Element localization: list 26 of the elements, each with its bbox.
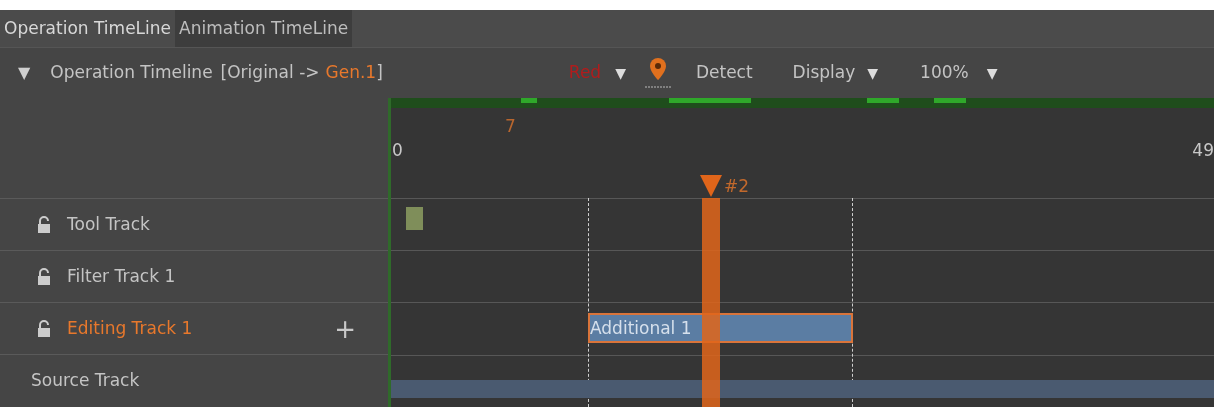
track-name[interactable]: Source Track xyxy=(31,367,140,394)
track-name[interactable]: Editing Track 1 xyxy=(67,315,193,342)
caret-icon: ▼ xyxy=(615,62,626,84)
playhead-label: #2 xyxy=(724,175,750,198)
add-button[interactable]: + xyxy=(334,315,356,342)
tab[interactable]: Animation TimeLine xyxy=(175,10,353,47)
display-dropdown[interactable]: Display xyxy=(792,60,856,86)
generation-label: Gen.1 xyxy=(325,61,377,85)
frame-marker-label: 7 xyxy=(505,115,516,138)
detect-button[interactable]: Detect xyxy=(695,60,753,86)
source-label: [Original -> xyxy=(220,61,320,85)
padlock-icon[interactable] xyxy=(37,215,51,234)
tool-clip[interactable] xyxy=(406,207,423,230)
caret-icon: ▼ xyxy=(867,62,879,84)
timeline-title: Operation Timeline xyxy=(50,61,213,85)
ruler-label: 49 xyxy=(1192,139,1214,162)
track-name[interactable]: Filter Track 1 xyxy=(67,263,176,290)
padlock-icon[interactable] xyxy=(37,267,51,286)
bracket-text: ] xyxy=(376,61,383,85)
effect-clip[interactable]: Additional 1 xyxy=(588,313,853,343)
track-name[interactable]: Tool Track xyxy=(67,211,150,238)
ruler-label: 0 xyxy=(392,139,403,162)
collapse-toggle[interactable]: ▼ xyxy=(18,61,31,85)
padlock-icon[interactable] xyxy=(37,319,51,338)
caret-icon: ▼ xyxy=(986,62,998,84)
zoom-dropdown[interactable]: 100% xyxy=(920,60,969,86)
